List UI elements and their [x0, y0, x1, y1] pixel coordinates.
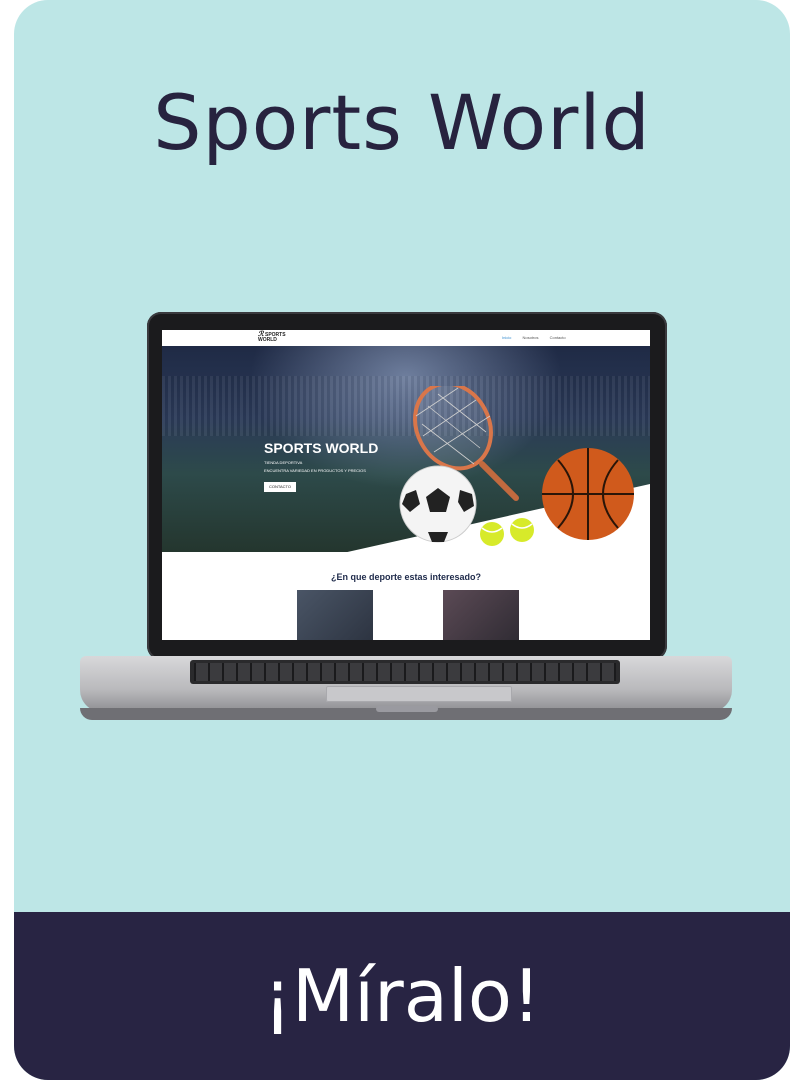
contact-button[interactable]: CONTACTO	[264, 482, 296, 492]
section-title: ¿En que deporte estas interesado?	[330, 572, 482, 582]
laptop-trackpad	[326, 686, 512, 702]
footer-banner: ¡Míralo!	[14, 912, 790, 1080]
nav-link-nosotros[interactable]: Nosotros	[522, 335, 538, 340]
promo-card: Sports World ℛ SPORTS WORLD Inicio Nosot…	[14, 0, 790, 1080]
laptop-screen: ℛ SPORTS WORLD Inicio Nosotros Contacto …	[162, 330, 650, 640]
hero-tagline: ENCUENTRA VARIEDAD EN PRODUCTOS Y PRECIO…	[264, 468, 366, 473]
site-nav: ℛ SPORTS WORLD Inicio Nosotros Contacto	[162, 330, 650, 346]
nav-links: Inicio Nosotros Contacto	[502, 335, 576, 340]
basketball-icon	[542, 448, 634, 540]
hero-title: SPORTS WORLD	[264, 440, 379, 456]
tennis-ball-icon	[480, 518, 534, 546]
soccer-ball-icon	[399, 465, 477, 543]
laptop-keys	[194, 663, 616, 681]
site-logo[interactable]: ℛ SPORTS WORLD	[258, 331, 286, 343]
logo-line2: WORLD	[258, 337, 277, 343]
boxing-gloves-icon[interactable]	[297, 590, 373, 640]
page-title: Sports World	[153, 78, 651, 167]
basketball-thumbnail[interactable]	[443, 590, 519, 640]
sports-equipment	[399, 386, 634, 546]
hero-subtitle: TIENDA DEPORTIVA	[264, 460, 303, 465]
nav-link-contacto[interactable]: Contacto	[550, 335, 566, 340]
cta-link[interactable]: ¡Míralo!	[14, 954, 790, 1038]
nav-link-inicio[interactable]: Inicio	[502, 335, 511, 340]
laptop-notch	[376, 706, 438, 712]
